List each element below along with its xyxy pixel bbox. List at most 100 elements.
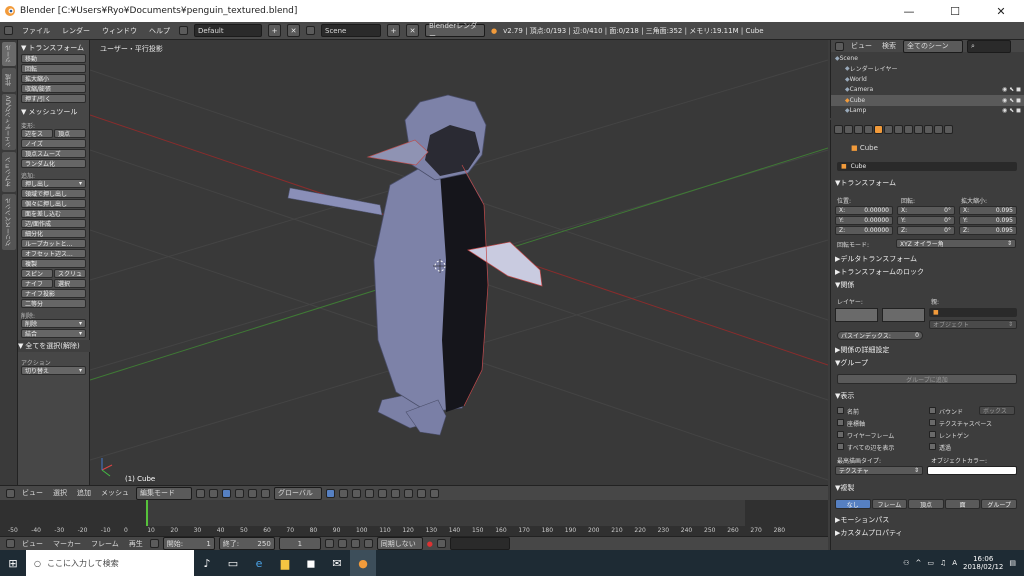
menu-view[interactable]: ビュー: [19, 488, 46, 498]
parent-type-dropdown[interactable]: オブジェクト ⇕: [929, 320, 1017, 329]
tab-tools[interactable]: ツール: [2, 42, 16, 66]
add-scene-icon[interactable]: +: [387, 24, 400, 37]
people-icon[interactable]: ⚇: [903, 559, 909, 567]
taskbar-search-input[interactable]: ○ ここに入力して検索: [26, 550, 194, 576]
outliner-filter-dropdown[interactable]: 全てのシーン: [903, 39, 963, 53]
location-field[interactable]: X: 0.00000: [835, 206, 893, 215]
remove-layout-icon[interactable]: ✕: [287, 24, 300, 37]
particles-tab-icon[interactable]: [934, 124, 943, 134]
maximize-button[interactable]: ☐: [932, 0, 978, 22]
scale-field[interactable]: Z: 0.095: [959, 226, 1017, 235]
jump-end-icon[interactable]: [363, 539, 373, 548]
menu-window[interactable]: ウィンドウ: [99, 26, 140, 36]
add-tool-button[interactable]: ナイフ投影: [21, 289, 86, 298]
edge-select-icon[interactable]: [339, 488, 348, 498]
display-header[interactable]: ▼ 表示: [831, 390, 1024, 402]
add-tool-button[interactable]: 個々に押し出し: [21, 199, 86, 208]
outliner-item[interactable]: ◆ Camera ◉ ⬉ ◼: [831, 85, 1024, 96]
physics-tab-icon[interactable]: [944, 124, 953, 134]
keying-set-icon[interactable]: [436, 539, 446, 548]
delete-dropdown[interactable]: 削除 ▾: [21, 319, 86, 328]
bound-type-dropdown[interactable]: ボックス: [979, 406, 1015, 415]
transform-panel-header[interactable]: ▼ トランスフォーム: [831, 177, 1024, 189]
transform-tool-button[interactable]: 回転: [21, 64, 86, 73]
vertex-select-icon[interactable]: [326, 488, 335, 498]
transform-tool-button[interactable]: 移動: [21, 54, 86, 63]
outliner-editor-icon[interactable]: [835, 41, 844, 51]
add-tool-button[interactable]: 二等分: [21, 299, 86, 308]
outliner-menu-search[interactable]: 検索: [879, 41, 899, 51]
proportional-edit-icon[interactable]: [365, 488, 374, 498]
tab-create[interactable]: 作成: [2, 68, 16, 92]
editor-type-icon[interactable]: [6, 488, 15, 498]
add-tool-button[interactable]: 細分化: [21, 229, 86, 238]
scene-tab-icon[interactable]: [854, 124, 863, 134]
outliner-item[interactable]: ◆ World: [831, 74, 1024, 85]
snap-target-icon[interactable]: [391, 488, 400, 498]
keying-set-field[interactable]: [449, 537, 510, 550]
penguin-mesh[interactable]: [287, 94, 543, 436]
render-engine-dropdown[interactable]: Blenderレンダー: [425, 22, 485, 40]
display-checkbox[interactable]: [929, 443, 936, 450]
display-checkbox[interactable]: [929, 419, 936, 426]
play-icon[interactable]: [350, 539, 360, 548]
delta-transform-header[interactable]: ▶ デルタトランスフォーム: [831, 253, 1024, 265]
notifications-icon[interactable]: ▤: [1009, 559, 1016, 567]
select-all-panel-header[interactable]: ▼ 全てを選択(解除): [18, 340, 90, 352]
file-explorer-icon[interactable]: ▆: [272, 550, 298, 576]
timeline[interactable]: -50 -40 -30 -20 -10 0 10 20 30 40 50 60 70 80 90 100 110…: [0, 500, 828, 536]
show-hidden-icons-icon[interactable]: ^: [915, 559, 921, 567]
groups-header[interactable]: ▼ グループ: [831, 357, 1024, 369]
store-icon[interactable]: ◼: [298, 550, 324, 576]
manipulator-icon[interactable]: [222, 488, 231, 498]
timeline-editor-icon[interactable]: [6, 539, 15, 548]
ime-icon[interactable]: A: [952, 559, 957, 567]
rotate-icon[interactable]: [248, 488, 257, 498]
transform-lock-header[interactable]: ▶ トランスフォームのロック: [831, 266, 1024, 278]
network-icon[interactable]: ▭: [927, 559, 934, 567]
display-checkbox[interactable]: [929, 431, 936, 438]
menu-mesh[interactable]: メッシュ: [98, 488, 132, 498]
tab-options[interactable]: オプション: [2, 152, 16, 192]
outliner-menu-view[interactable]: ビュー: [848, 41, 875, 51]
minimize-button[interactable]: —: [886, 0, 932, 22]
3d-viewport[interactable]: ユーザー・平行投影 (1) Cube: [90, 40, 828, 485]
add-tool-button[interactable]: 選択: [54, 279, 86, 288]
max-draw-dropdown[interactable]: テクスチャ ⇕: [835, 466, 923, 475]
visibility-icon[interactable]: ◉ ⬉ ◼: [1002, 86, 1024, 93]
deform-tool-button[interactable]: ノイズ: [21, 139, 86, 148]
pivot-icon[interactable]: [209, 488, 218, 498]
display-checkbox[interactable]: [929, 407, 936, 414]
duplication-option-button[interactable]: 頂点: [908, 499, 944, 509]
remove-scene-icon[interactable]: ✕: [406, 24, 419, 37]
scale-field[interactable]: X: 0.095: [959, 206, 1017, 215]
task-view-icon[interactable]: ▭: [220, 550, 246, 576]
parent-field[interactable]: ■: [929, 308, 1017, 317]
layer-icon[interactable]: [404, 488, 413, 498]
layout-icon[interactable]: [179, 26, 188, 35]
add-tool-button[interactable]: スクリュ: [54, 269, 86, 278]
menu-file[interactable]: ファイル: [19, 26, 53, 36]
outliner-item[interactable]: ◆ レンダーレイヤー: [831, 64, 1024, 75]
render-preview-icon[interactable]: [417, 488, 426, 498]
windows-start-icon[interactable]: ⊞: [0, 550, 26, 576]
preview-range-icon[interactable]: [149, 539, 159, 548]
texture-tab-icon[interactable]: [924, 124, 933, 134]
tab-shading-uv[interactable]: シェーディング/UV: [2, 94, 16, 150]
outliner-item[interactable]: ◆ Lamp ◉ ⬉ ◼: [831, 106, 1024, 117]
sync-dropdown[interactable]: 同期しない: [376, 537, 423, 550]
transform-panel-header[interactable]: ▼ トランスフォーム: [21, 42, 86, 54]
clock[interactable]: 16:06 2018/02/12: [963, 555, 1003, 571]
scale-icon[interactable]: [261, 488, 270, 498]
material-tab-icon[interactable]: [914, 124, 923, 134]
timeline-menu-view[interactable]: ビュー: [19, 539, 46, 549]
pass-index-field[interactable]: パスインデックス: 0: [837, 331, 923, 340]
add-layout-icon[interactable]: +: [268, 24, 281, 37]
display-checkbox[interactable]: [837, 431, 844, 438]
deform-tool-button[interactable]: ランダム化: [21, 159, 86, 168]
outliner-search-input[interactable]: ⌕: [967, 39, 1011, 53]
visibility-icon[interactable]: ◉ ⬉ ◼: [1002, 107, 1024, 114]
start-frame-field[interactable]: 開始: 1: [162, 537, 215, 550]
snap-icon[interactable]: [378, 488, 387, 498]
translate-icon[interactable]: [235, 488, 244, 498]
